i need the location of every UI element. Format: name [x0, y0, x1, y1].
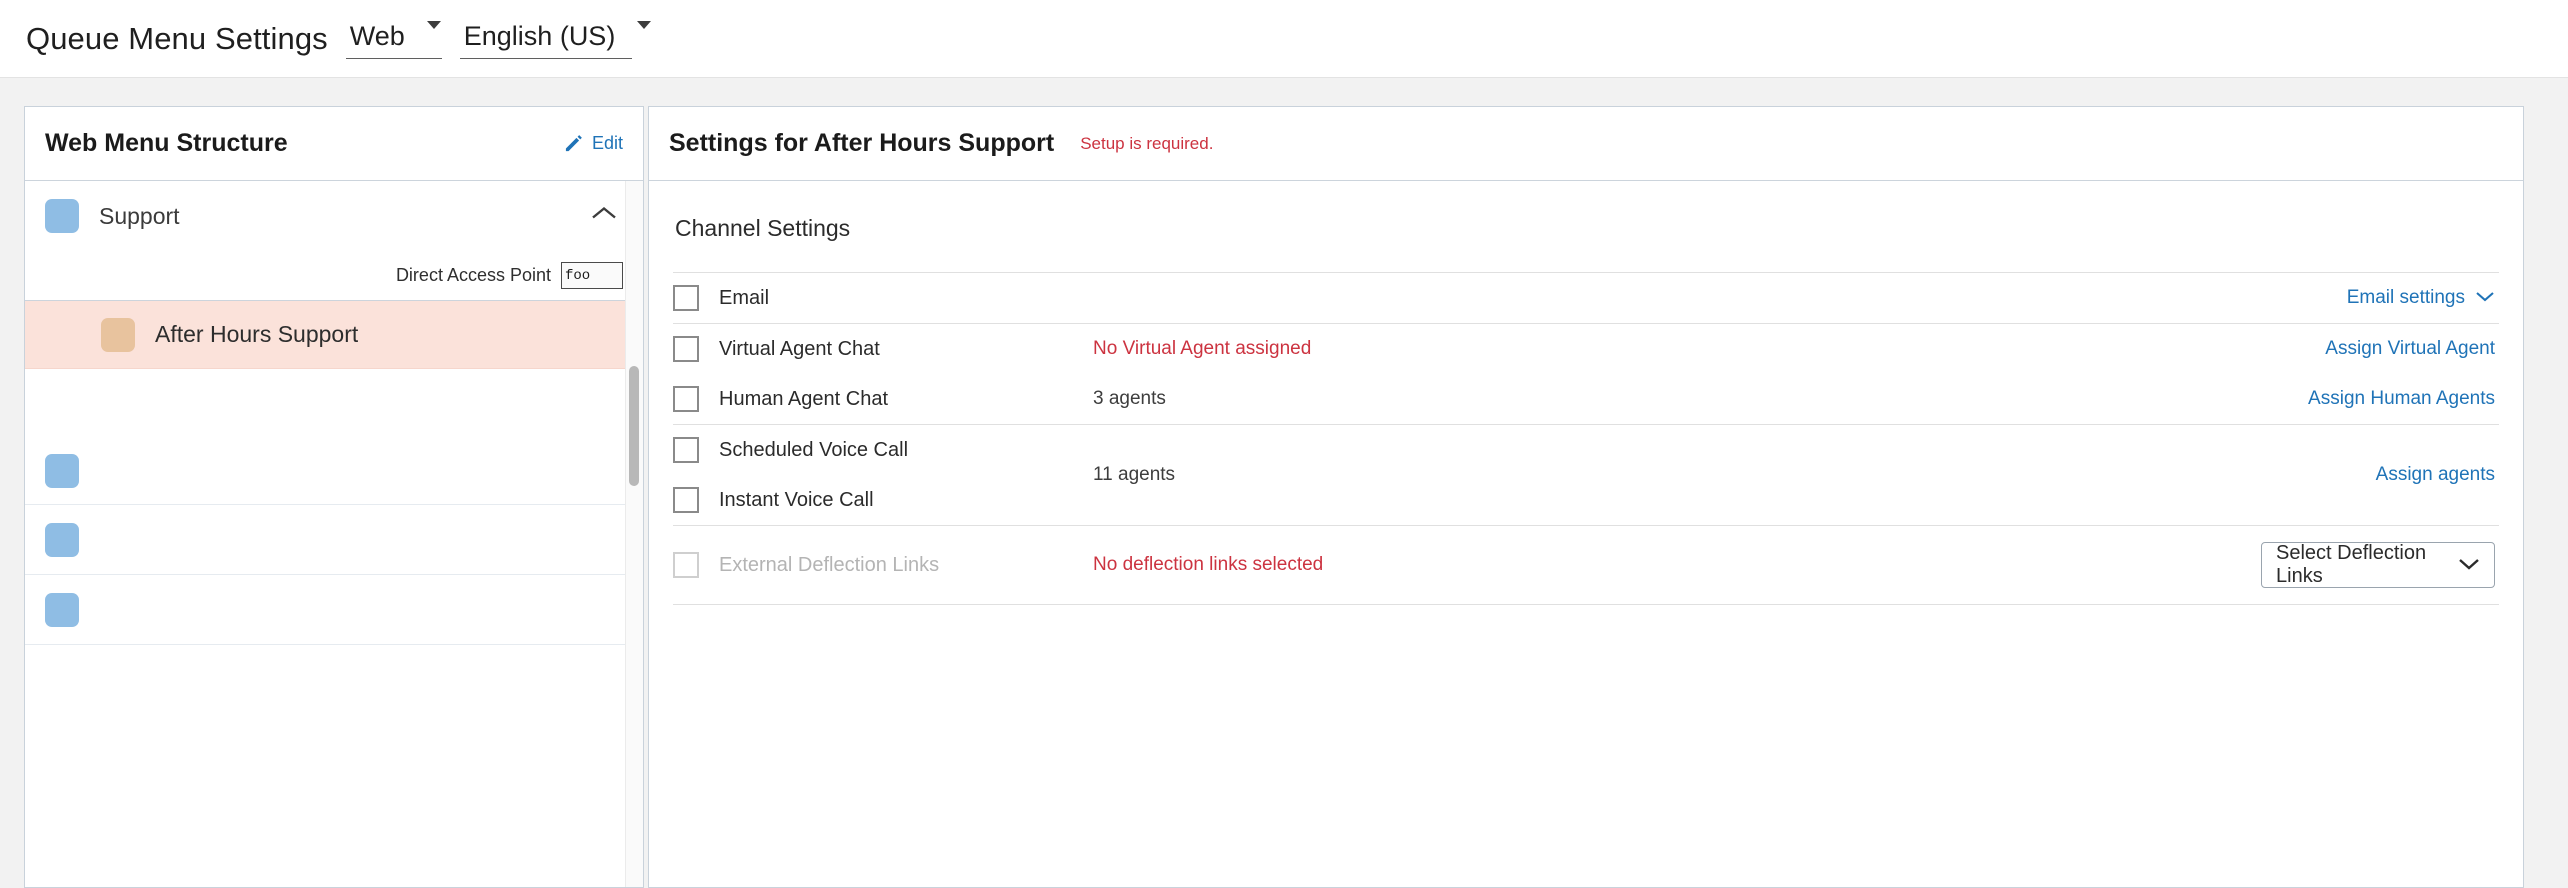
- right-panel-header: Settings for After Hours Support Setup i…: [649, 107, 2523, 181]
- status-badge: Setup is required.: [1080, 133, 1214, 153]
- node-color-swatch: [45, 522, 79, 557]
- tree-scroll-gutter: [625, 181, 643, 887]
- select-deflection-links-dropdown[interactable]: Select Deflection Links: [2261, 542, 2495, 588]
- channel-row-email: Email Email settings: [673, 273, 2499, 323]
- channel-label: Scheduled Voice Call: [719, 438, 909, 461]
- assign-human-agents-link[interactable]: Assign Human Agents: [2308, 388, 2495, 410]
- channel-group-deflection: External Deflection Links No deflection …: [673, 525, 2499, 605]
- deflection-links-status: No deflection links selected: [1093, 554, 1324, 575]
- page-header: Queue Menu Settings Web English (US): [0, 0, 2568, 78]
- web-menu-structure-panel: Web Menu Structure Edit Support Direct A…: [24, 106, 644, 888]
- edit-button[interactable]: Edit: [564, 133, 623, 154]
- tree-row[interactable]: After Hours Support: [25, 301, 643, 369]
- tree-node-label: Support: [99, 202, 180, 229]
- email-settings-link[interactable]: Email settings: [2347, 287, 2495, 309]
- virtual-agent-status: No Virtual Agent assigned: [1093, 338, 1312, 359]
- edit-label: Edit: [591, 133, 623, 153]
- chevron-down-icon: [2458, 554, 2480, 577]
- chevron-down-icon: [2475, 287, 2495, 309]
- email-checkbox[interactable]: [673, 285, 699, 311]
- tree-row[interactable]: [25, 369, 643, 437]
- node-color-swatch: [45, 199, 79, 233]
- tree-scrollbar-thumb[interactable]: [629, 366, 639, 486]
- tree-row[interactable]: [25, 505, 643, 575]
- tree-row[interactable]: Support: [25, 181, 643, 251]
- language-select-value: English (US): [463, 20, 616, 51]
- left-panel-title: Web Menu Structure: [45, 129, 288, 157]
- scheduled-voice-call-checkbox[interactable]: [673, 437, 699, 463]
- channel-label: Human Agent Chat: [719, 387, 888, 410]
- node-color-swatch: [45, 592, 79, 627]
- external-deflection-links-checkbox[interactable]: [673, 552, 699, 578]
- language-select[interactable]: English (US): [459, 19, 652, 59]
- select-deflection-links-value: Select Deflection Links: [2276, 542, 2427, 587]
- tree-row[interactable]: [25, 437, 643, 505]
- channel-row-virtual-agent-chat: Virtual Agent Chat No Virtual Agent assi…: [673, 324, 2499, 374]
- channel-row-instant-voice-call: Instant Voice Call: [673, 475, 2499, 525]
- channel-select-value: Web: [349, 20, 405, 51]
- section-title: Channel Settings: [675, 215, 851, 241]
- assign-agents-link[interactable]: Assign agents: [2376, 464, 2495, 486]
- channel-group-email: Email Email settings: [673, 272, 2499, 323]
- human-agent-count: 3 agents: [1093, 388, 1166, 409]
- channel-label: Instant Voice Call: [719, 488, 874, 511]
- channel-select[interactable]: Web: [345, 19, 442, 59]
- channel-row-external-deflection-links: External Deflection Links No deflection …: [673, 526, 2499, 604]
- chevron-up-icon[interactable]: [591, 206, 617, 227]
- channel-group-chat: Virtual Agent Chat No Virtual Agent assi…: [673, 323, 2499, 424]
- instant-voice-call-checkbox[interactable]: [673, 487, 699, 513]
- menu-tree: Support Direct Access Point After Hours …: [25, 181, 643, 887]
- node-color-swatch: [101, 317, 135, 352]
- channel-label: Virtual Agent Chat: [719, 337, 880, 360]
- assign-virtual-agent-link[interactable]: Assign Virtual Agent: [2325, 338, 2495, 360]
- page-title: Queue Menu Settings: [26, 20, 328, 56]
- pencil-icon: [564, 134, 583, 153]
- right-panel-title: Settings for After Hours Support: [669, 129, 1055, 157]
- workspace: Web Menu Structure Edit Support Direct A…: [0, 78, 2568, 888]
- chevron-down-icon: [637, 20, 652, 47]
- email-settings-label: Email settings: [2346, 287, 2465, 308]
- channel-settings-panel: Settings for After Hours Support Setup i…: [648, 106, 2524, 888]
- human-agent-chat-checkbox[interactable]: [673, 386, 699, 412]
- tree-row[interactable]: [25, 575, 643, 645]
- left-panel-header: Web Menu Structure Edit: [25, 107, 643, 181]
- virtual-agent-chat-checkbox[interactable]: [673, 336, 699, 362]
- channel-row-scheduled-voice-call: Scheduled Voice Call: [673, 425, 2499, 475]
- channel-row-human-agent-chat: Human Agent Chat 3 agents Assign Human A…: [673, 374, 2499, 424]
- tree-node-label: After Hours Support: [155, 321, 359, 347]
- direct-access-point-input[interactable]: [561, 262, 623, 289]
- chevron-down-icon: [426, 20, 441, 47]
- voice-agent-count: 11 agents: [1093, 464, 1176, 485]
- right-panel-body: Channel Settings Email Email settings Vi…: [649, 181, 2523, 887]
- direct-access-point-label: Direct Access Point: [395, 265, 551, 285]
- node-color-swatch: [45, 453, 79, 488]
- direct-access-point-row: Direct Access Point: [25, 251, 643, 301]
- channel-label: External Deflection Links: [719, 553, 940, 576]
- channel-label: Email: [719, 286, 770, 309]
- channel-group-voice: Scheduled Voice Call Instant Voice Call …: [673, 424, 2499, 525]
